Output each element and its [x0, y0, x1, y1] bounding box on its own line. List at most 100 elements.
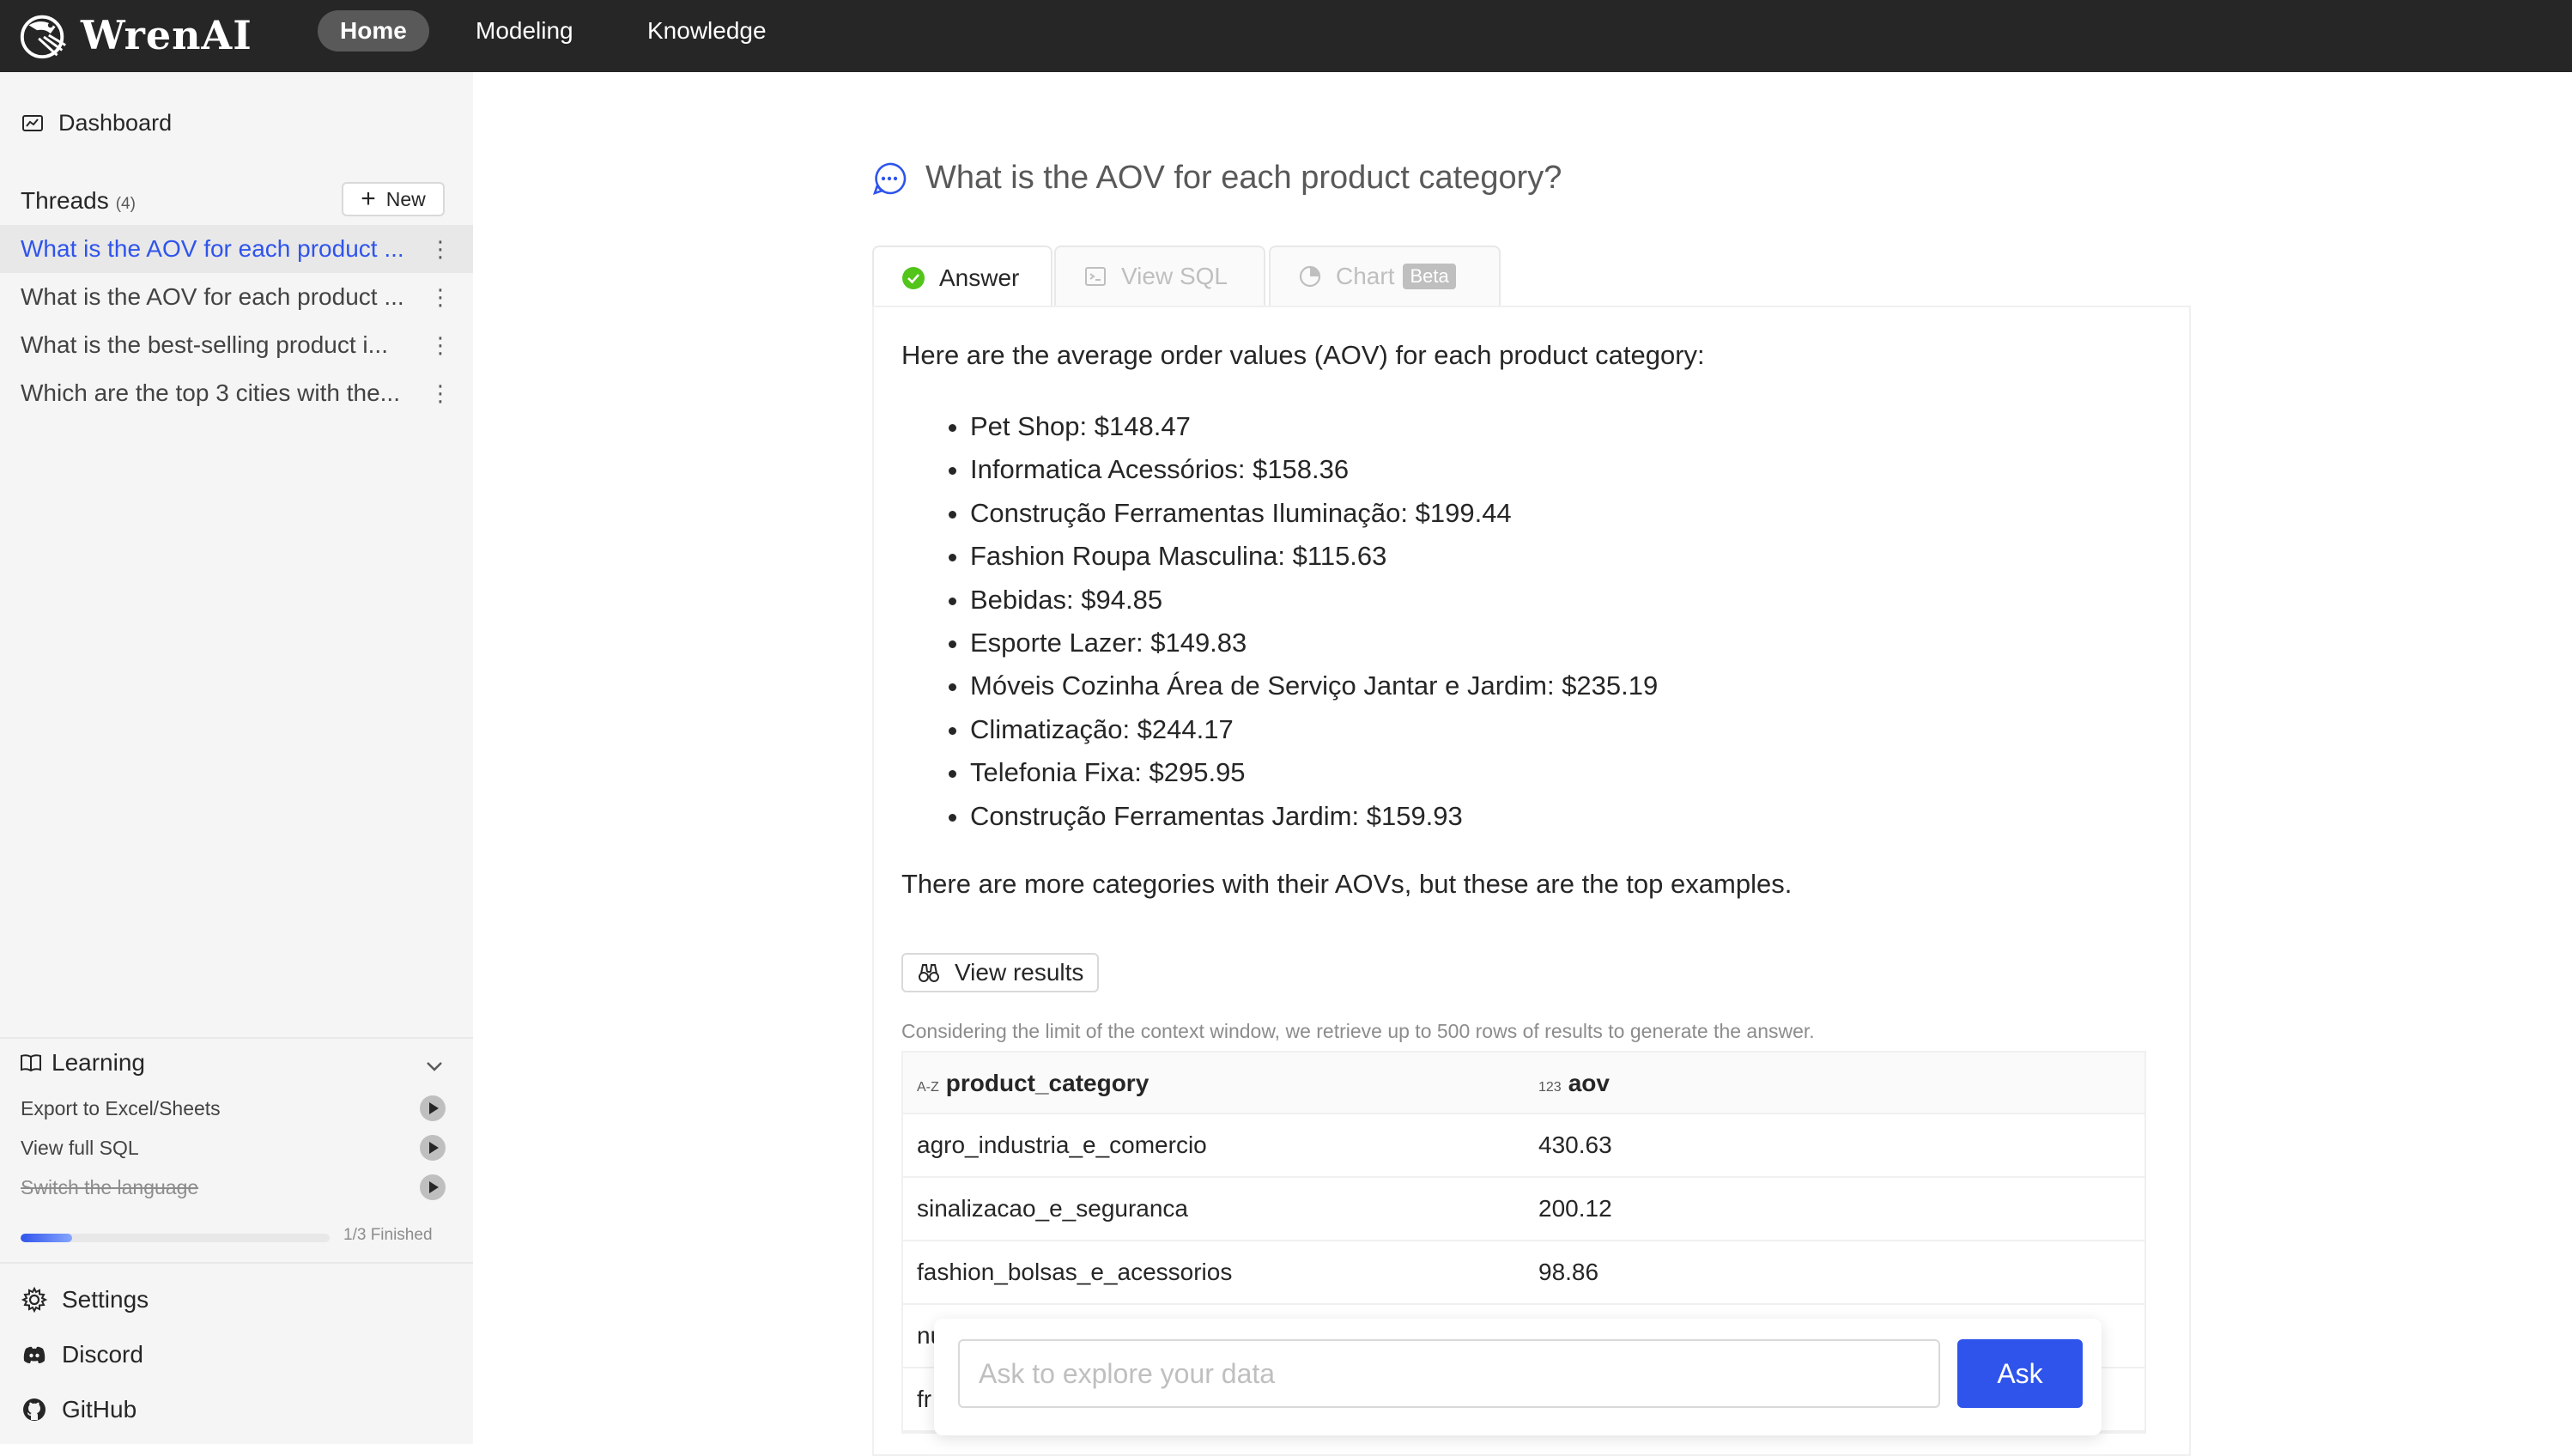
column-header-label: product_category: [945, 1070, 1150, 1096]
book-icon: [21, 1054, 41, 1072]
more-vertical-icon[interactable]: ⋮: [429, 273, 452, 321]
sidebar: Dashboard Threads (4) + New What is the A…: [0, 72, 473, 1444]
list-item: Bebidas: $94.85: [970, 580, 1658, 623]
ask-input[interactable]: [958, 1339, 1940, 1408]
ask-button[interactable]: Ask: [1957, 1339, 2083, 1408]
pie-chart-icon: [1299, 265, 1321, 288]
view-results-label: View results: [955, 959, 1084, 986]
gear-icon: [21, 1286, 48, 1313]
sidebar-item-dashboard[interactable]: Dashboard: [21, 110, 172, 136]
top-bar: WrenAI Home Modeling Knowledge: [0, 0, 2572, 72]
sidebar-item-github[interactable]: GitHub: [21, 1396, 136, 1423]
learning-item-export[interactable]: Export to Excel/Sheets: [21, 1097, 221, 1120]
list-item: Fashion Roupa Masculina: $115.63: [970, 537, 1658, 579]
thread-label: What is the best-selling product i...: [21, 331, 388, 358]
column-header-product-category[interactable]: A-Z product_category: [917, 1053, 1149, 1114]
question-text: What is the AOV for each product categor…: [925, 160, 1562, 196]
thread-item[interactable]: Which are the top 3 cities with the... ⋮: [0, 369, 473, 417]
list-item: Móveis Cozinha Área de Serviço Jantar e …: [970, 666, 1658, 709]
table-cell: agro_industria_e_comercio: [917, 1131, 1207, 1158]
code-icon: [1085, 267, 1106, 286]
learning-progress-text: 1/3 Finished: [343, 1226, 433, 1244]
thread-label: What is the AOV for each product ...: [21, 283, 404, 310]
number-type-icon: 123: [1538, 1080, 1562, 1095]
new-thread-label: New: [385, 187, 426, 210]
play-icon[interactable]: [420, 1174, 446, 1200]
thread-item[interactable]: What is the best-selling product i... ⋮: [0, 321, 473, 369]
thread-item[interactable]: What is the AOV for each product ... ⋮: [0, 225, 473, 273]
sidebar-divider: [0, 1037, 473, 1039]
table-cell: 430.63: [1538, 1131, 1612, 1158]
list-item: Construção Ferramentas Jardim: $159.93: [970, 797, 1658, 840]
table-cell: 200.12: [1538, 1195, 1612, 1222]
more-vertical-icon[interactable]: ⋮: [429, 225, 452, 273]
table-cell: fashion_bolsas_e_acessorios: [917, 1259, 1233, 1285]
plus-icon: +: [361, 185, 376, 213]
question-header: What is the AOV for each product categor…: [872, 160, 1562, 197]
dashboard-label: Dashboard: [58, 110, 173, 136]
wren-bird-icon: [20, 15, 66, 59]
context-note: Considering the limit of the context win…: [901, 1020, 1815, 1042]
nav-knowledge[interactable]: Knowledge: [625, 10, 789, 52]
list-item: Esporte Lazer: $149.83: [970, 623, 1658, 666]
sidebar-item-discord[interactable]: Discord: [21, 1341, 143, 1368]
tab-answer[interactable]: Answer: [872, 246, 1052, 309]
text-type-icon: A-Z: [917, 1080, 939, 1095]
logo[interactable]: WrenAI: [17, 5, 252, 65]
beta-badge: Beta: [1403, 264, 1456, 289]
tab-view-sql[interactable]: View SQL: [1054, 246, 1265, 306]
table-row: fashion_bolsas_e_acessorios 98.86: [903, 1241, 2144, 1305]
more-vertical-icon[interactable]: ⋮: [429, 369, 452, 417]
chat-bubble-icon: [872, 162, 907, 195]
table-row: sinalizacao_e_seguranca 200.12: [903, 1178, 2144, 1241]
play-icon[interactable]: [420, 1135, 446, 1161]
list-item: Construção Ferramentas Iluminação: $199.…: [970, 494, 1658, 537]
table-header-row: A-Z product_category 123 aov: [903, 1053, 2144, 1114]
list-item: Climatização: $244.17: [970, 710, 1658, 753]
play-icon[interactable]: [420, 1095, 446, 1121]
table-cell: fr: [917, 1386, 932, 1412]
answer-list: Pet Shop: $148.47 Informatica Acessórios…: [936, 407, 1658, 840]
threads-count: (4): [115, 195, 136, 213]
learning-progress-fill: [21, 1234, 72, 1242]
more-vertical-icon[interactable]: ⋮: [429, 321, 452, 369]
dashboard-icon: [22, 114, 43, 131]
list-item: Informatica Acessórios: $158.36: [970, 450, 1658, 493]
new-thread-button[interactable]: + New: [342, 182, 445, 216]
binoculars-icon: [919, 964, 939, 982]
table-cell: 98.86: [1538, 1259, 1599, 1285]
discord-icon: [23, 1346, 45, 1363]
tab-chart-label: Chart: [1336, 263, 1395, 289]
thread-item[interactable]: What is the AOV for each product ... ⋮: [0, 273, 473, 321]
table-row: agro_industria_e_comercio 430.63: [903, 1114, 2144, 1178]
learning-item-switch-language[interactable]: Switch the language: [21, 1176, 198, 1199]
tab-answer-label: Answer: [939, 264, 1020, 291]
github-icon: [23, 1398, 45, 1421]
list-item: Telefonia Fixa: $295.95: [970, 753, 1658, 796]
tab-view-sql-label: View SQL: [1121, 263, 1228, 289]
sidebar-divider: [0, 1262, 473, 1264]
answer-intro: Here are the average order values (AOV) …: [901, 340, 1705, 370]
view-results-button[interactable]: View results: [901, 953, 1100, 992]
tab-chart[interactable]: Chart Beta: [1269, 246, 1501, 306]
learning-progress-bar: [21, 1234, 330, 1242]
ask-bar: Ask: [934, 1319, 2102, 1435]
column-header-label: aov: [1568, 1070, 1610, 1096]
check-circle-icon: [902, 267, 925, 289]
nav-home[interactable]: Home: [318, 10, 429, 52]
threads-title-text: Threads: [21, 187, 109, 214]
chevron-down-icon[interactable]: [424, 1056, 445, 1077]
learning-title-text: Learning: [52, 1049, 145, 1076]
learning-header[interactable]: Learning: [19, 1049, 145, 1077]
thread-label: Which are the top 3 cities with the...: [21, 379, 400, 406]
settings-label: Settings: [62, 1286, 149, 1313]
thread-label: What is the AOV for each product ...: [21, 235, 404, 262]
answer-outro: There are more categories with their AOV…: [901, 869, 1793, 899]
sidebar-item-settings[interactable]: Settings: [21, 1286, 149, 1313]
nav-modeling[interactable]: Modeling: [453, 10, 596, 52]
column-header-aov[interactable]: 123 aov: [1538, 1053, 1610, 1114]
list-item: Pet Shop: $148.47: [970, 407, 1658, 450]
table-cell: sinalizacao_e_seguranca: [917, 1195, 1188, 1222]
learning-item-view-sql[interactable]: View full SQL: [21, 1137, 139, 1160]
github-label: GitHub: [62, 1396, 137, 1423]
